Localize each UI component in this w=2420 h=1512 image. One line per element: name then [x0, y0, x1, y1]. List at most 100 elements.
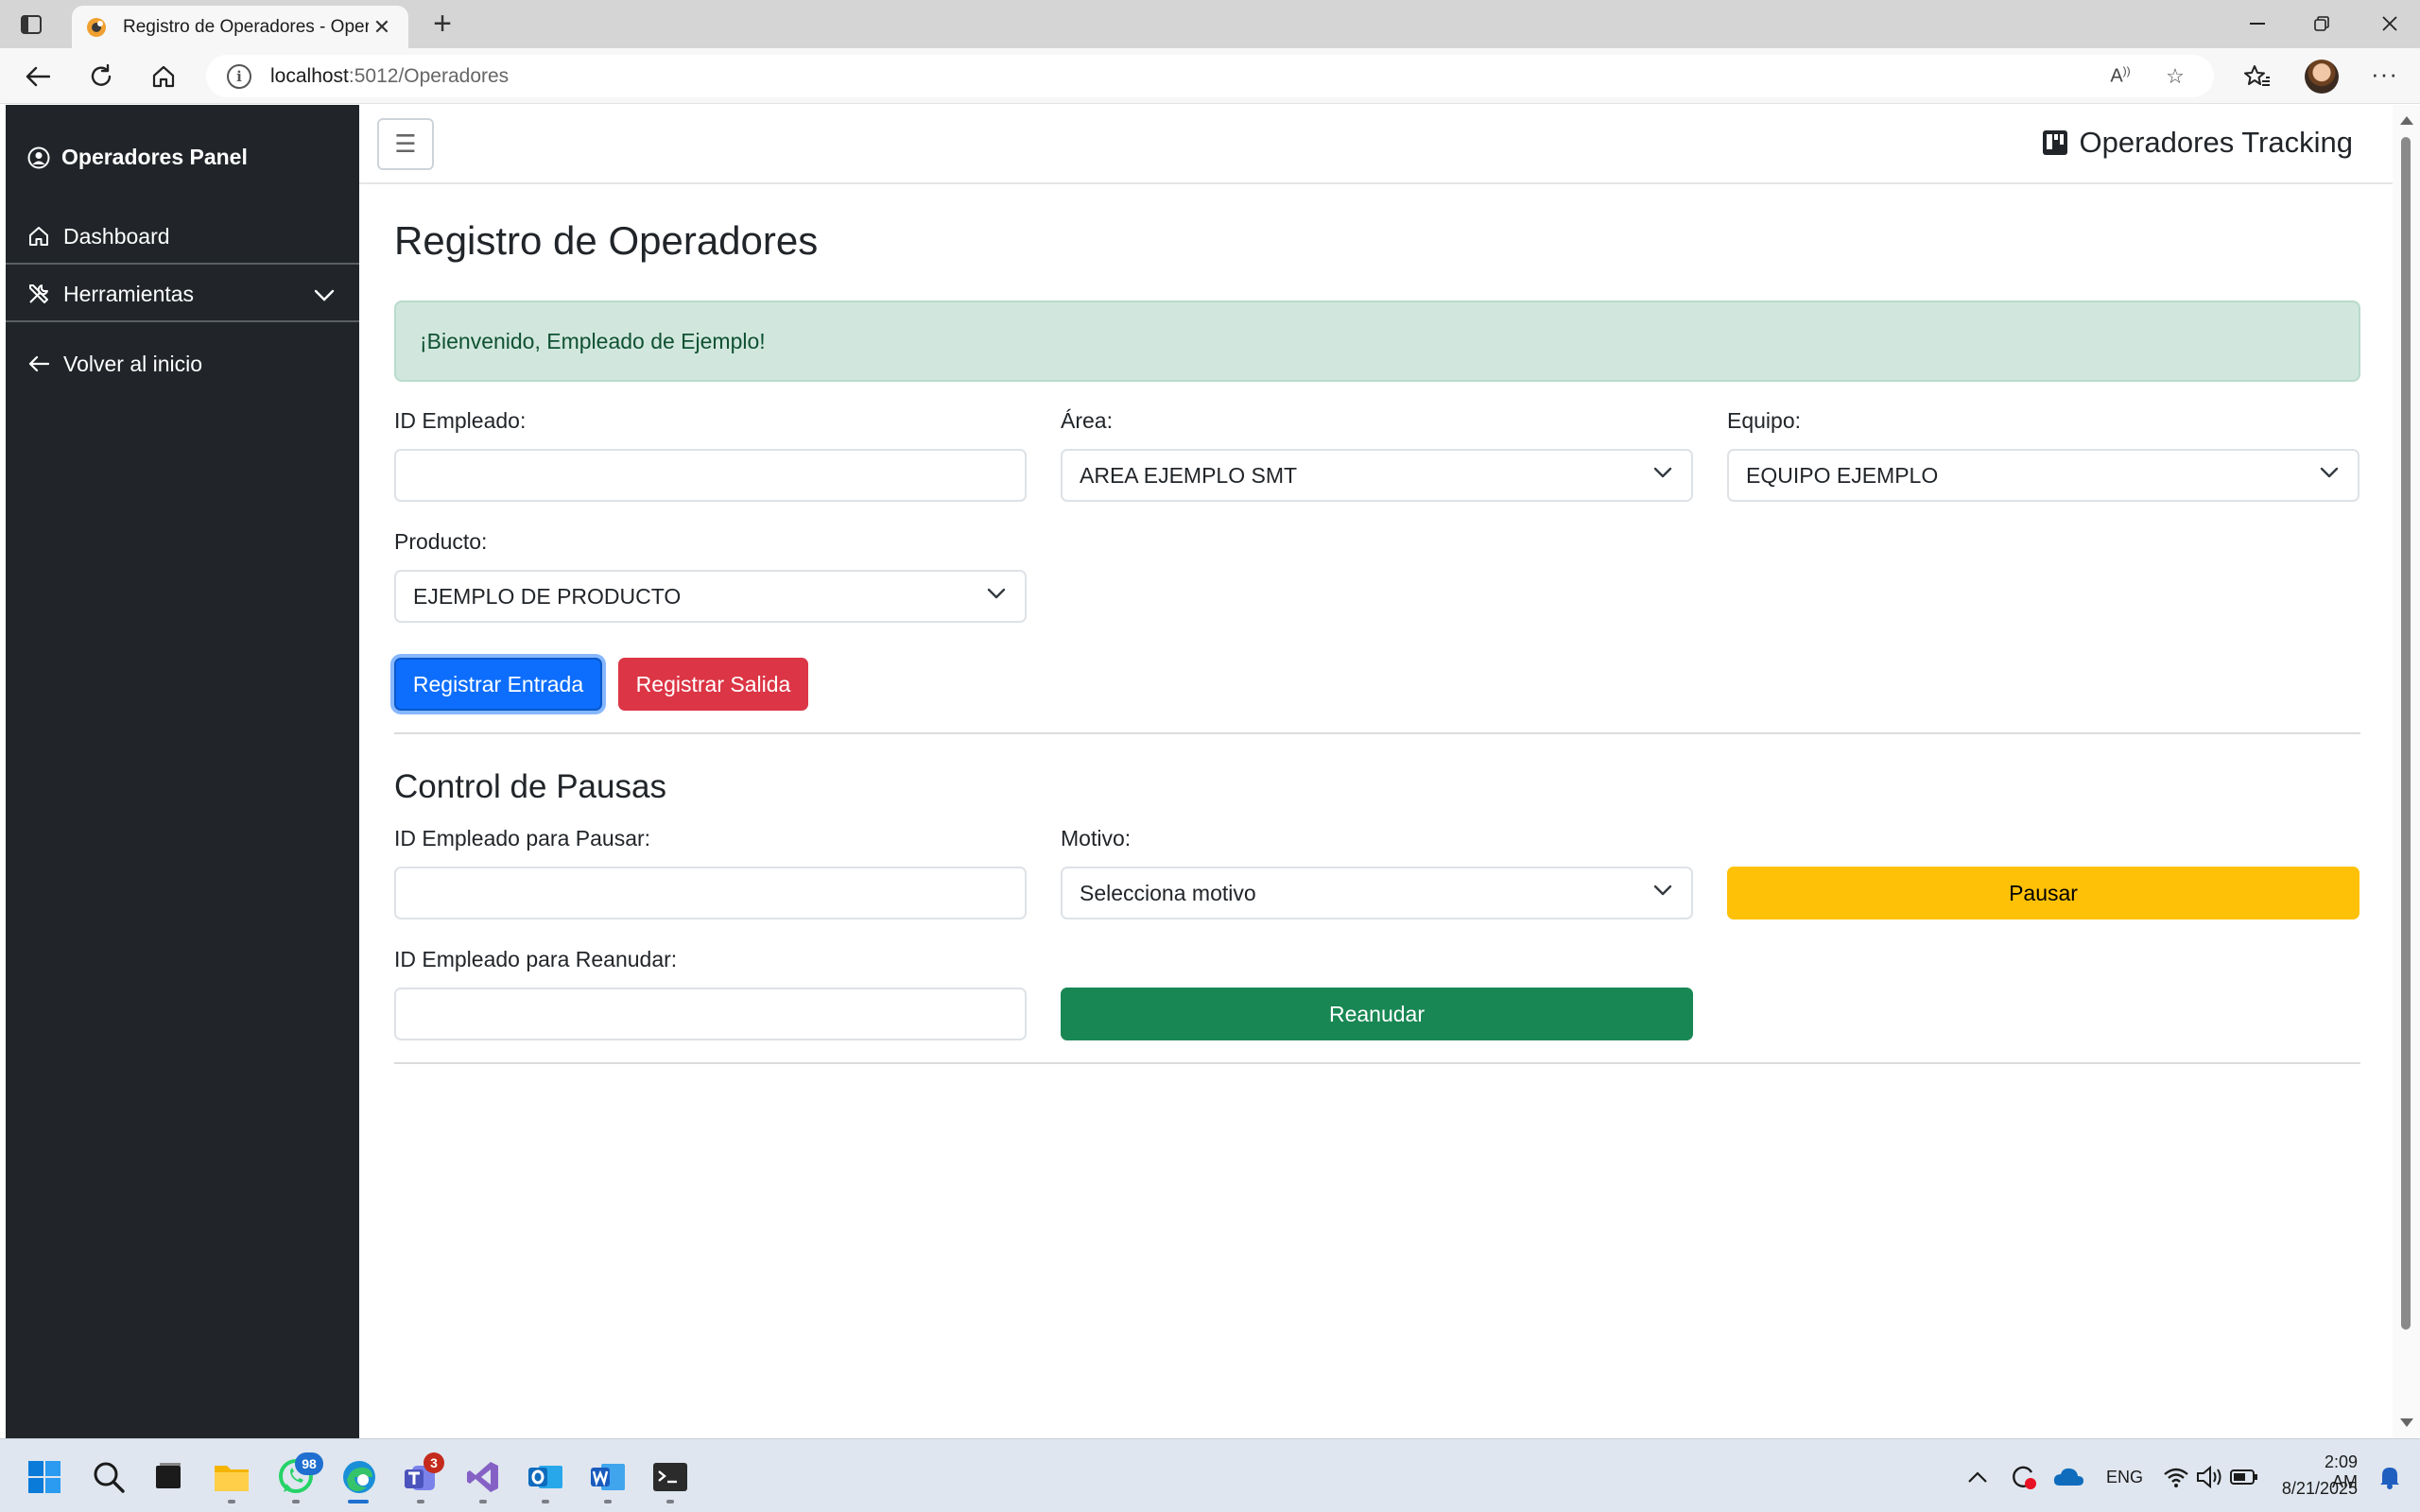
browser-tab[interactable]: Registro de Operadores - Operad ✕	[72, 6, 408, 48]
producto-label: Producto:	[394, 529, 488, 554]
running-indicator	[604, 1500, 612, 1503]
id-empleado-input[interactable]	[394, 449, 1027, 502]
minimize-icon[interactable]	[2237, 9, 2278, 38]
scroll-thumb[interactable]	[2401, 137, 2411, 1330]
terminal-icon[interactable]	[651, 1458, 689, 1496]
sidebar-item-herramientas[interactable]: Herramientas	[6, 266, 359, 322]
profile-avatar[interactable]	[2305, 60, 2339, 94]
outlook-icon[interactable]	[527, 1458, 564, 1496]
search-icon[interactable]	[90, 1458, 128, 1496]
home-browser-icon[interactable]	[148, 61, 179, 92]
visual-studio-icon[interactable]	[464, 1458, 502, 1496]
running-indicator	[292, 1500, 300, 1503]
battery-icon[interactable]	[2225, 1458, 2263, 1496]
favorite-star-icon[interactable]: ☆	[2161, 64, 2189, 89]
chevron-down-icon	[314, 283, 335, 308]
notification-bell-icon[interactable]	[2371, 1458, 2409, 1496]
clock-date[interactable]: 8/21/2025	[2276, 1479, 2358, 1499]
volume-icon[interactable]	[2191, 1458, 2229, 1496]
navbar-brand-label: Operadores Tracking	[2079, 126, 2353, 159]
url-path: :5012/Operadores	[348, 64, 510, 87]
windows-start-icon[interactable]	[26, 1458, 63, 1496]
site-info-icon[interactable]: i	[227, 63, 251, 89]
tools-icon	[27, 283, 52, 305]
whatsapp-badge: 98	[295, 1452, 323, 1475]
windows-taskbar: 98 3 ENG 2:09 AM 8/21/2025	[0, 1438, 2420, 1512]
chevron-down-icon	[2320, 467, 2339, 478]
sidebar-brand-label: Operadores Panel	[61, 145, 248, 169]
tab-close-icon[interactable]: ✕	[369, 15, 395, 40]
top-navbar: ☰ Operadores Tracking	[359, 105, 2393, 184]
close-window-icon[interactable]	[2369, 9, 2411, 38]
active-indicator	[348, 1500, 369, 1503]
onedrive-icon[interactable]	[2049, 1458, 2087, 1496]
motivo-label: Motivo:	[1061, 826, 1132, 850]
refresh-icon[interactable]	[86, 61, 116, 92]
kanban-icon	[2042, 129, 2068, 156]
chevron-down-icon	[1653, 885, 1672, 896]
sidebar-toggle-button[interactable]: ☰	[377, 118, 434, 170]
equipo-select-value: EQUIPO EJEMPLO	[1746, 462, 1939, 488]
area-select[interactable]: AREA EJEMPLO SMT	[1061, 449, 1693, 502]
sidebar-brand[interactable]: Operadores Panel	[27, 145, 248, 170]
file-explorer-icon[interactable]	[213, 1458, 251, 1496]
resume-id-input[interactable]	[394, 988, 1027, 1040]
resume-id-label: ID Empleado para Reanudar:	[394, 947, 678, 971]
id-empleado-label: ID Empleado:	[394, 408, 527, 433]
running-indicator	[228, 1500, 235, 1503]
more-options-icon[interactable]: ···	[2371, 60, 2398, 89]
producto-select[interactable]: EJEMPLO DE PRODUCTO	[394, 570, 1027, 623]
user-circle-icon	[27, 146, 50, 169]
pausar-button[interactable]: Pausar	[1727, 867, 2360, 919]
scroll-down-icon[interactable]	[2400, 1418, 2413, 1427]
pause-id-label: ID Empleado para Pausar:	[394, 826, 651, 850]
section-divider	[394, 732, 2360, 734]
tab-actions-icon[interactable]	[17, 11, 45, 38]
pausas-section-title: Control de Pausas	[394, 768, 666, 805]
navbar-brand[interactable]: Operadores Tracking	[2042, 126, 2353, 160]
sync-status-icon[interactable]	[2004, 1458, 2042, 1496]
url-host: localhost	[270, 64, 349, 87]
page-title: Registro de Operadores	[394, 218, 819, 263]
word-icon[interactable]	[589, 1458, 627, 1496]
welcome-alert: ¡Bienvenido, Empleado de Ejemplo!	[394, 301, 2360, 382]
running-indicator	[417, 1500, 424, 1503]
motivo-select-value: Selecciona motivo	[1080, 880, 1256, 905]
area-label: Área:	[1061, 408, 1113, 433]
url-bar[interactable]: i localhost:5012/Operadores A)) ☆	[206, 55, 2214, 97]
main-content: ☰ Operadores Tracking Registro de Operad…	[359, 105, 2393, 1438]
area-select-value: AREA EJEMPLO SMT	[1080, 462, 1298, 488]
registrar-salida-button[interactable]: Registrar Salida	[618, 658, 808, 711]
equipo-label: Equipo:	[1727, 408, 1802, 433]
home-icon	[27, 225, 52, 248]
read-aloud-icon[interactable]: A))	[2106, 64, 2135, 89]
restore-icon[interactable]	[2301, 9, 2342, 38]
wifi-icon[interactable]	[2157, 1458, 2195, 1496]
motivo-select[interactable]: Selecciona motivo	[1061, 867, 1693, 919]
sidebar-item-volver[interactable]: Volver al inicio	[6, 335, 359, 392]
equipo-select[interactable]: EQUIPO EJEMPLO	[1727, 449, 2360, 502]
sidebar: Operadores Panel Dashboard Herramientas …	[6, 105, 359, 1438]
show-hidden-icons-icon[interactable]	[1959, 1458, 1996, 1496]
producto-select-value: EJEMPLO DE PRODUCTO	[413, 583, 682, 609]
browser-address-bar: i localhost:5012/Operadores A)) ☆ ···	[0, 48, 2420, 104]
running-indicator	[479, 1500, 487, 1503]
favicon-icon	[85, 16, 108, 39]
favorites-icon[interactable]	[2242, 61, 2273, 92]
running-indicator	[666, 1500, 674, 1503]
pause-id-input[interactable]	[394, 867, 1027, 919]
page-scrollbar[interactable]	[2393, 105, 2420, 1438]
edge-browser-icon[interactable]	[340, 1458, 378, 1496]
new-tab-icon[interactable]: +	[425, 8, 459, 42]
scroll-up-icon[interactable]	[2400, 116, 2413, 125]
back-icon[interactable]	[23, 61, 53, 92]
browser-tab-bar: Registro de Operadores - Operad ✕ +	[0, 0, 2420, 48]
arrow-left-icon	[27, 354, 52, 373]
sidebar-divider	[6, 263, 359, 265]
sidebar-item-dashboard[interactable]: Dashboard	[6, 208, 359, 265]
tab-title: Registro de Operadores - Operad	[123, 16, 369, 37]
reanudar-button[interactable]: Reanudar	[1061, 988, 1693, 1040]
registrar-entrada-button[interactable]: Registrar Entrada	[394, 658, 602, 711]
task-view-icon[interactable]	[149, 1458, 187, 1496]
language-indicator[interactable]: ENG	[2106, 1468, 2143, 1487]
